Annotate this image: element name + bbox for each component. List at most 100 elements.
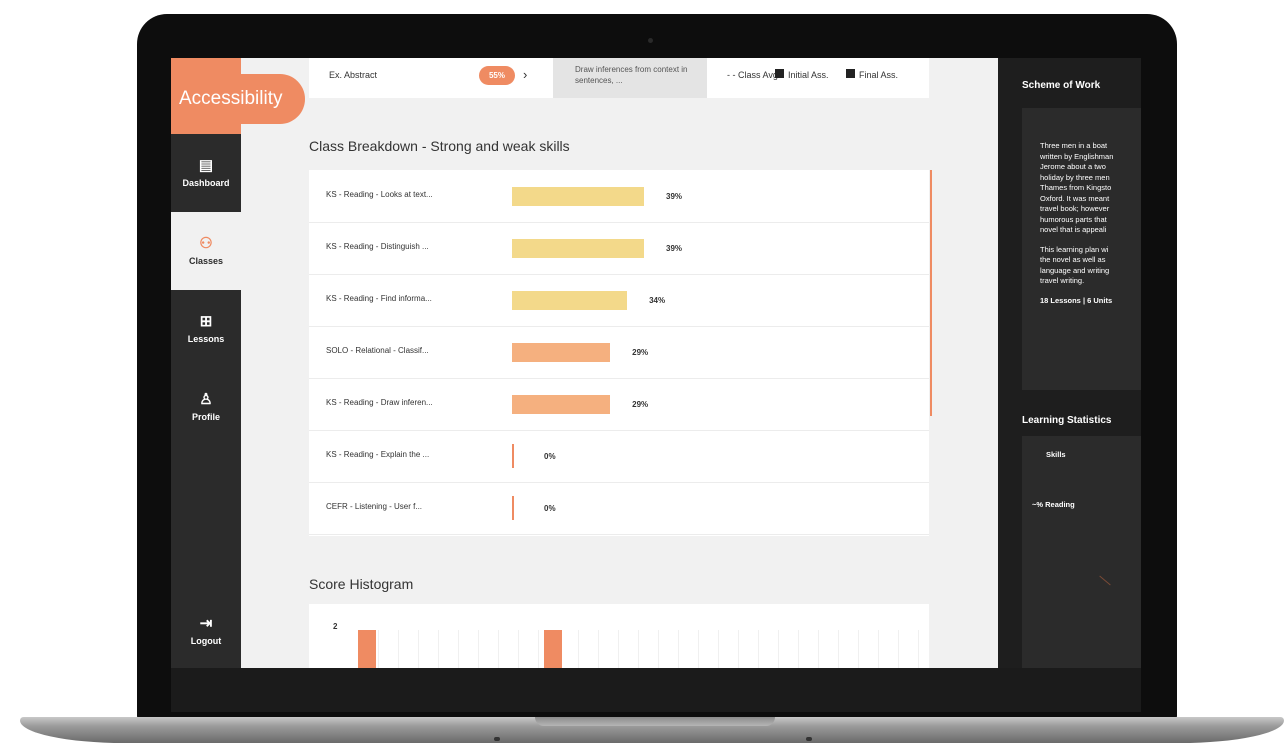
histogram-gridline — [678, 630, 679, 668]
histogram-gridline — [658, 630, 659, 668]
skill-label: KS - Reading - Draw inferen... — [326, 398, 433, 407]
scheme-line: novel that is appeali — [1040, 225, 1107, 234]
sidebar-item-profile[interactable]: ♙ Profile — [171, 368, 241, 446]
histogram-gridline — [818, 630, 819, 668]
plan-line: travel writing. — [1040, 276, 1085, 285]
sidebar-item-label: Logout — [190, 636, 222, 646]
learning-plan-description: This learning plan wi the novel as well a… — [1040, 245, 1141, 287]
skill-label: CEFR - Listening - User f... — [326, 502, 423, 511]
histogram-gridline — [458, 630, 459, 668]
histogram-title: Score Histogram — [309, 576, 414, 592]
skill-percentage: 0% — [544, 504, 556, 513]
right-panel: Scheme of Work Three men in a boat writte… — [998, 58, 1141, 668]
skill-row[interactable]: KS - Reading - Draw inferen... 29% — [309, 378, 929, 431]
skill-row[interactable]: KS - Reading - Explain the ... 0% — [309, 430, 929, 483]
accessibility-button[interactable]: Accessibility — [171, 74, 305, 124]
histogram-gridline — [518, 630, 519, 668]
assessment-header-card: Ex. Abstract 55% › Draw inferences from … — [309, 58, 929, 98]
sidebar-item-logout[interactable]: ⇥ Logout — [171, 592, 241, 668]
histogram-gridline — [478, 630, 479, 668]
lessons-units-count: 18 Lessons | 6 Units — [1040, 295, 1113, 305]
screen-bottom-bezel — [171, 668, 1141, 712]
histogram-y-tick: 2 — [333, 622, 338, 631]
learning-statistics-title: Learning Statistics — [1022, 415, 1112, 426]
skill-row[interactable]: KS - Reading - Distinguish ... 39% — [309, 222, 929, 275]
sidebar-item-dashboard[interactable]: ▤ Dashboard — [171, 134, 241, 212]
laptop-base-notch — [535, 717, 775, 726]
histogram-gridline — [438, 630, 439, 668]
histogram-gridline — [718, 630, 719, 668]
skill-label: KS - Reading - Distinguish ... — [326, 242, 429, 251]
scrollbar[interactable] — [930, 170, 932, 416]
lessons-icon: ⊞ — [199, 313, 213, 330]
calendar-icon: ▤ — [198, 157, 214, 174]
scheme-line: Jerome about a two — [1040, 162, 1106, 171]
reading-label: ~% Reading — [1032, 500, 1075, 509]
histogram-gridline — [798, 630, 799, 668]
final-ass-legend: Final Ass. — [859, 70, 899, 80]
skill-percentage: 29% — [632, 348, 649, 357]
skill-percentage: 39% — [666, 244, 683, 253]
chevron-right-icon[interactable]: › — [523, 67, 527, 82]
plan-line: the novel as well as — [1040, 255, 1106, 264]
final-ass-swatch — [846, 69, 855, 78]
sidebar-item-lessons[interactable]: ⊞ Lessons — [171, 290, 241, 368]
sidebar-item-classes[interactable]: ⚇ Classes — [171, 212, 241, 290]
learning-statistics-card: Skills ~% Reading — [1022, 436, 1141, 668]
plan-line: This learning plan wi — [1040, 244, 1109, 254]
laptop-foot — [806, 737, 812, 741]
initial-ass-swatch — [775, 69, 784, 78]
skill-row[interactable]: CEFR - Listening - User f... 0% — [309, 482, 929, 535]
skills-label: Skills — [1046, 450, 1066, 459]
breakdown-title: Class Breakdown - Strong and weak skills — [309, 138, 570, 154]
ex-abstract-label: Ex. Abstract — [329, 70, 378, 80]
skill-percentage: 29% — [632, 400, 649, 409]
histogram-gridline — [598, 630, 599, 668]
scheme-line: holiday by three men — [1040, 172, 1110, 182]
skill-percentage: 34% — [649, 296, 666, 305]
main-content: Ex. Abstract 55% › Draw inferences from … — [241, 58, 998, 668]
histogram-gridline — [878, 630, 879, 668]
skill-label: SOLO - Relational - Classif... — [326, 346, 429, 355]
logout-icon: ⇥ — [199, 615, 213, 632]
skill-bar — [512, 343, 611, 362]
skill-bar — [512, 444, 514, 468]
scheme-description: Three men in a boat written by Englishman… — [1040, 141, 1141, 236]
skill-row[interactable]: SOLO - Relational - Classif... 29% — [309, 326, 929, 379]
histogram-bar — [544, 630, 562, 668]
histogram-gridline — [398, 630, 399, 668]
sidebar-item-label: Profile — [191, 412, 220, 422]
scheme-line: Three men in a boat — [1040, 141, 1108, 150]
skill-row[interactable]: KS - Reading - Find informa... 34% — [309, 274, 929, 327]
scheme-line: Oxford. It was meant — [1040, 193, 1110, 203]
histogram-gridline — [918, 630, 919, 668]
skill-percentage: 39% — [666, 192, 683, 201]
skill-row[interactable]: KS - Reading - Looks at text... 39% — [309, 170, 929, 223]
skill-bar — [512, 291, 628, 310]
skill-bar — [512, 239, 644, 258]
histogram-gridline — [418, 630, 419, 668]
scheme-of-work-title: Scheme of Work — [1022, 80, 1101, 91]
histogram-gridline — [618, 630, 619, 668]
skill-description-text: Draw inferences from context in sentence… — [575, 65, 688, 85]
sidebar: ▤ Dashboard ⚇ Classes ⊞ Lessons ♙ Profil… — [171, 58, 241, 668]
scheme-line: travel book; however — [1040, 204, 1110, 213]
score-histogram: 2 — [309, 604, 929, 668]
skill-percentage: 0% — [544, 452, 556, 461]
scheme-of-work-card: Three men in a boat written by Englishman… — [1022, 108, 1141, 390]
initial-ass-legend: Initial Ass. — [788, 70, 829, 80]
skill-label: KS - Reading - Explain the ... — [326, 450, 430, 459]
histogram-gridline — [378, 630, 379, 668]
histogram-gridline — [778, 630, 779, 668]
users-icon: ⚇ — [199, 235, 213, 252]
skill-bar — [512, 187, 644, 206]
histogram-gridline — [538, 630, 539, 668]
laptop-foot — [494, 737, 500, 741]
sidebar-item-label: Lessons — [187, 334, 225, 344]
histogram-gridline — [638, 630, 639, 668]
sidebar-item-label: Dashboard — [182, 178, 230, 188]
skills-breakdown-card: KS - Reading - Looks at text... 39% KS - R… — [309, 170, 932, 536]
skill-label: KS - Reading - Looks at text... — [326, 190, 433, 199]
app-screen: Ex. Abstract 55% › Draw inferences from … — [171, 58, 1141, 668]
score-badge[interactable]: 55% — [479, 66, 515, 85]
